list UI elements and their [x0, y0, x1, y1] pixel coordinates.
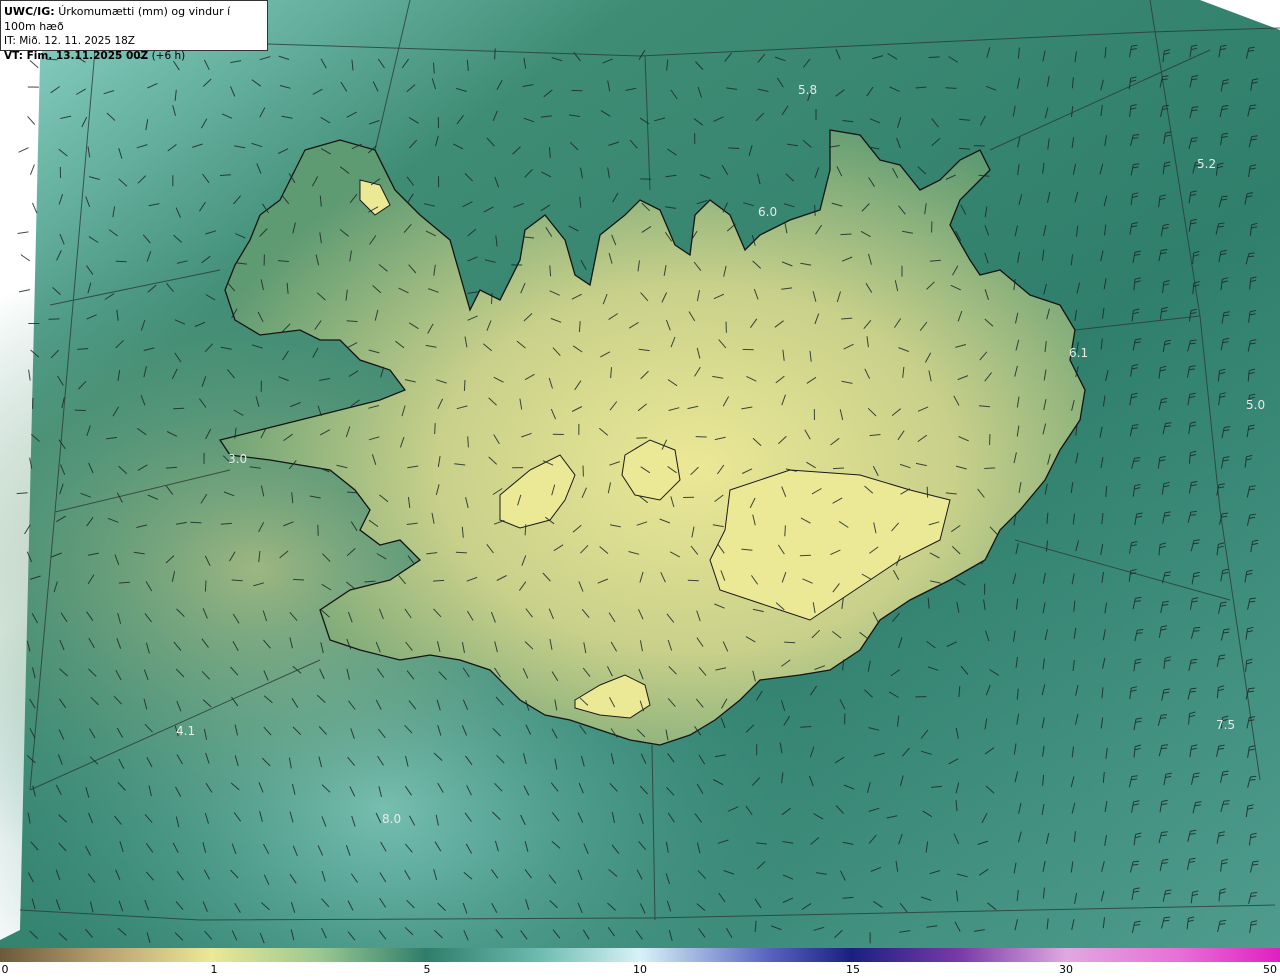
wind-barb: [455, 551, 467, 554]
precipitation-map: 5.8 5.2 6.0 6.1 5.0 3.0 4.1 7.5 8.0: [0, 0, 1280, 948]
wind-barb: [728, 147, 740, 149]
map-label: 6.1: [1069, 346, 1088, 360]
wind-barb: [800, 726, 812, 728]
precipitation-colorbar: [0, 948, 1280, 962]
wind-barb: [118, 581, 130, 584]
map-label: 6.0: [758, 205, 777, 219]
map-label: 5.8: [798, 83, 817, 97]
wind-barb: [433, 579, 445, 582]
wind-barb: [945, 87, 957, 89]
wind-barb: [832, 467, 845, 470]
wind-barb: [115, 260, 127, 263]
map-label: 4.1: [176, 724, 195, 738]
wind-barb: [434, 423, 436, 435]
wind-barb: [491, 292, 493, 304]
colorbar-ticks: 0 1 5 10 15 30 50: [0, 962, 1280, 978]
map-label: 3.0: [228, 452, 247, 466]
colorbar-tick: 10: [633, 963, 647, 976]
wind-barb: [204, 580, 207, 592]
map-label: 7.5: [1216, 718, 1235, 732]
wind-barb: [928, 56, 940, 58]
wind-barb: [524, 524, 527, 536]
wind-barb: [840, 233, 852, 236]
colorbar-tick: 0: [1, 963, 9, 976]
initial-time: IT: Mið. 12. 11. 2025 18Z: [4, 35, 135, 47]
wind-barb: [494, 48, 496, 60]
colorbar-tick: 30: [1059, 963, 1073, 976]
wind-barb: [293, 578, 305, 581]
product-code: UWC/IG:: [4, 5, 55, 18]
wind-barb: [784, 525, 786, 537]
title-line: UWC/IG: Úrkomumætti (mm) og vindur í 100…: [4, 4, 264, 34]
colorbar-tick: 1: [210, 963, 218, 976]
wind-barb: [687, 579, 699, 582]
wind-barb: [467, 436, 469, 448]
valid-time: VT: Fim. 13.11.2025 00Z: [4, 50, 149, 62]
colorbar-tick: 15: [846, 963, 860, 976]
map-info-box: UWC/IG: Úrkomumætti (mm) og vindur í 100…: [0, 0, 268, 62]
forecast-offset: (+6 h): [151, 50, 186, 62]
wind-barb: [799, 554, 811, 557]
wind-barb: [173, 407, 185, 410]
wind-barb: [814, 204, 816, 216]
wind-barb: [784, 641, 796, 644]
valid-time-line: VT: Fim. 13.11.2025 00Z (+6 h): [4, 49, 264, 64]
map-label: 5.2: [1197, 157, 1216, 171]
colorbar-tick: 5: [423, 963, 431, 976]
wind-barb: [190, 521, 202, 524]
colorbar-tick: 50: [1263, 963, 1277, 976]
map-label: 5.0: [1246, 398, 1265, 412]
wind-barb: [984, 467, 996, 469]
map-label: 8.0: [382, 812, 401, 826]
wind-barb: [463, 379, 466, 392]
